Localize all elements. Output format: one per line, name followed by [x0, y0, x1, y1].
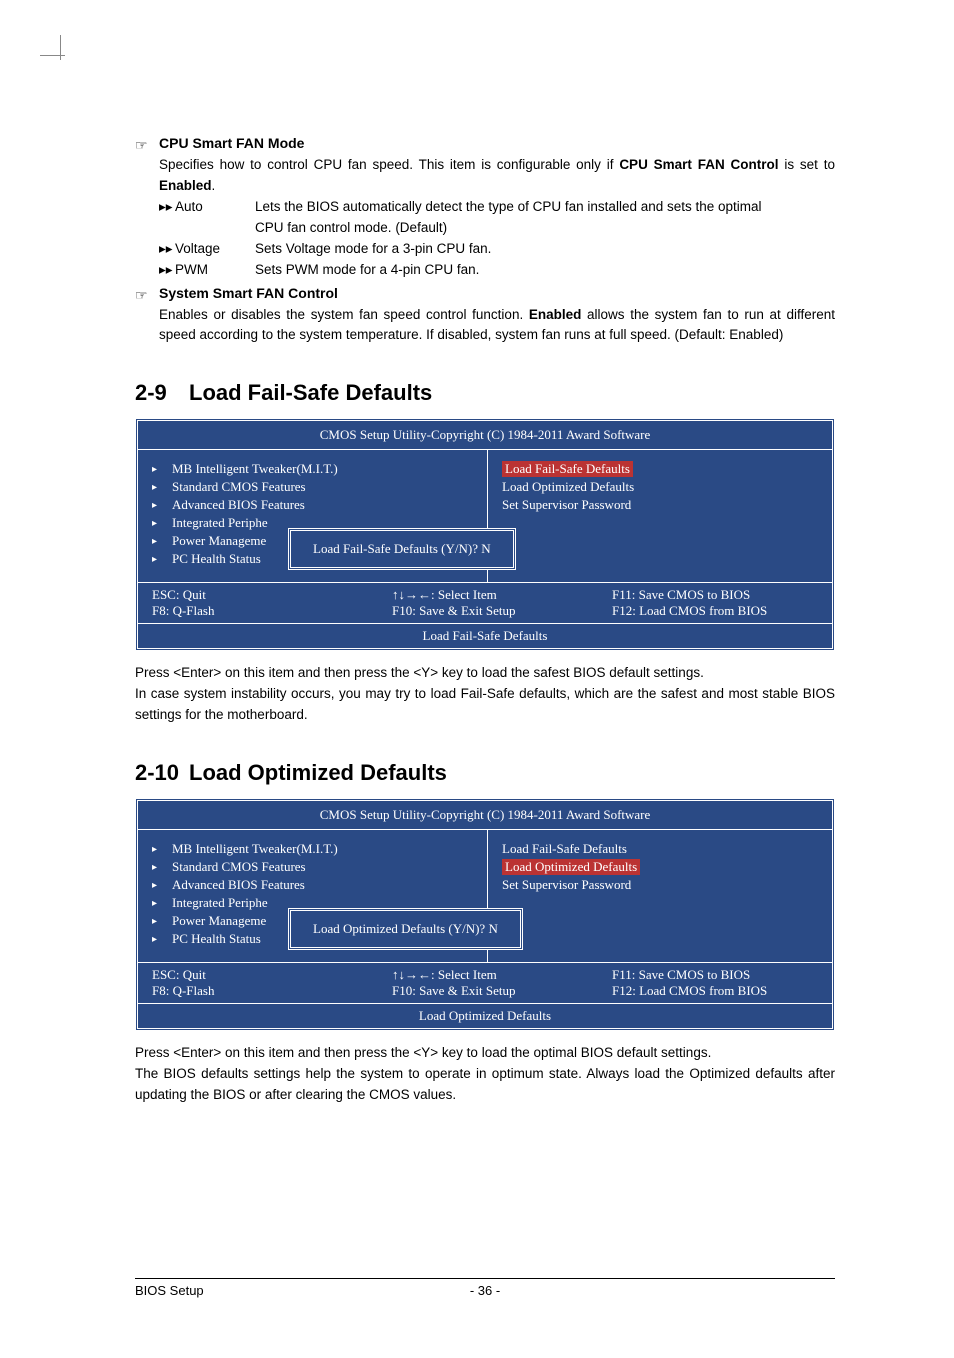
bios-footer-item: ESC: Quit	[152, 967, 392, 983]
bios-item: Advanced BIOS Features	[172, 497, 305, 513]
section-heading: Load Optimized Defaults	[189, 760, 447, 785]
bios-item: Set Supervisor Password	[502, 877, 631, 893]
bios-footer-item: F11: Save CMOS to BIOS	[612, 967, 818, 983]
tri-icon: ▸	[152, 880, 172, 891]
item-desc: Specifies how to control CPU fan speed. …	[159, 155, 835, 197]
post-text-29: Press <Enter> on this item and then pres…	[135, 663, 835, 726]
arrow-icon: ▸▸	[159, 260, 175, 281]
text-line: In case system instability occurs, you m…	[135, 684, 835, 726]
bios-footer-item: ESC: Quit	[152, 587, 392, 603]
bios-item: Set Supervisor Password	[502, 497, 631, 513]
bios-help-text: Load Optimized Defaults	[138, 1003, 832, 1028]
bios-item: Integrated Periphe	[172, 515, 268, 531]
bios-item: Load Fail-Safe Defaults	[502, 841, 627, 857]
bios-help-text: Load Fail-Safe Defaults	[138, 623, 832, 648]
section-number: 2-9	[135, 380, 189, 406]
bios-item: PC Health Status	[172, 931, 261, 947]
option-row: ▸▸ Voltage Sets Voltage mode for a 3-pin…	[159, 239, 835, 260]
bios-title: CMOS Setup Utility-Copyright (C) 1984-20…	[138, 801, 832, 830]
item-desc: Enables or disables the system fan speed…	[159, 305, 835, 347]
text: is set to	[779, 157, 835, 172]
footer-page-number: - 36 -	[368, 1283, 601, 1298]
bios-footer-item: F12: Load CMOS from BIOS	[612, 983, 818, 999]
bios-footer-item: F10: Save & Exit Setup	[392, 603, 612, 619]
tri-icon: ▸	[152, 916, 172, 927]
bios-item: Standard CMOS Features	[172, 479, 306, 495]
tri-icon: ▸	[152, 482, 172, 493]
bios-right-col: Load Fail-Safe Defaults Load Optimized D…	[488, 830, 832, 962]
arrow-icon: ▸▸	[159, 239, 175, 260]
section-number: 2-10	[135, 760, 189, 786]
text: Enables or disables the system fan speed…	[159, 307, 529, 322]
tri-icon: ▸	[152, 844, 172, 855]
text-line: Press <Enter> on this item and then pres…	[135, 1043, 835, 1064]
text-bold: CPU Smart FAN Control	[619, 157, 778, 172]
item-title: System Smart FAN Control	[159, 285, 835, 301]
bios-dialog: Load Fail-Safe Defaults (Y/N)? N	[288, 528, 516, 570]
tri-icon: ▸	[152, 536, 172, 547]
bios-footer-item: F8: Q-Flash	[152, 603, 392, 619]
option-desc: CPU fan control mode. (Default)	[255, 218, 835, 239]
bios-footer-item: ↑↓→←: Select Item	[392, 967, 612, 983]
text-line: Press <Enter> on this item and then pres…	[135, 663, 835, 684]
bios-footer-item: ↑↓→←: Select Item	[392, 587, 612, 603]
tri-icon: ▸	[152, 554, 172, 565]
item-cpu-fan-mode: ☞ CPU Smart FAN Mode Specifies how to co…	[135, 135, 835, 281]
item-system-fan: ☞ System Smart FAN Control Enables or di…	[135, 285, 835, 347]
tri-icon: ▸	[152, 518, 172, 529]
option-label: Auto	[175, 197, 255, 218]
bios-item: Advanced BIOS Features	[172, 877, 305, 893]
option-desc: Lets the BIOS automatically detect the t…	[255, 197, 835, 218]
bios-screenshot-29: CMOS Setup Utility-Copyright (C) 1984-20…	[135, 418, 835, 651]
section-2-10: 2-10Load Optimized Defaults	[135, 760, 835, 786]
text-line: The BIOS defaults settings help the syst…	[135, 1064, 835, 1106]
option-row-cont: CPU fan control mode. (Default)	[159, 218, 835, 239]
bios-title: CMOS Setup Utility-Copyright (C) 1984-20…	[138, 421, 832, 450]
text-bold: Enabled	[529, 307, 582, 322]
bios-dialog: Load Optimized Defaults (Y/N)? N	[288, 908, 523, 950]
bios-item-selected: Load Optimized Defaults	[502, 859, 640, 875]
bios-item: Power Manageme	[172, 533, 266, 549]
bios-footer-item: F10: Save & Exit Setup	[392, 983, 612, 999]
item-title: CPU Smart FAN Mode	[159, 135, 835, 151]
hand-icon: ☞	[135, 135, 159, 154]
bios-footer-item: F12: Load CMOS from BIOS	[612, 603, 818, 619]
tri-icon: ▸	[152, 934, 172, 945]
page-footer: BIOS Setup - 36 -	[135, 1278, 835, 1298]
post-text-210: Press <Enter> on this item and then pres…	[135, 1043, 835, 1106]
tri-icon: ▸	[152, 464, 172, 475]
bios-right-col: Load Fail-Safe Defaults Load Optimized D…	[488, 450, 832, 582]
bios-item: Load Optimized Defaults	[502, 479, 634, 495]
option-desc: Sets Voltage mode for a 3-pin CPU fan.	[255, 239, 835, 260]
option-label: Voltage	[175, 239, 255, 260]
bios-item: MB Intelligent Tweaker(M.I.T.)	[172, 841, 338, 857]
tri-icon: ▸	[152, 898, 172, 909]
hand-icon: ☞	[135, 285, 159, 304]
text: Specifies how to control CPU fan speed. …	[159, 157, 619, 172]
arrow-icon: ▸▸	[159, 197, 175, 218]
bios-item: Power Manageme	[172, 913, 266, 929]
bios-item: MB Intelligent Tweaker(M.I.T.)	[172, 461, 338, 477]
bios-item: Integrated Periphe	[172, 895, 268, 911]
section-2-9: 2-9Load Fail-Safe Defaults	[135, 380, 835, 406]
bios-item-selected: Load Fail-Safe Defaults	[502, 461, 633, 477]
bios-footer-item: F11: Save CMOS to BIOS	[612, 587, 818, 603]
bios-item: Standard CMOS Features	[172, 859, 306, 875]
option-label: PWM	[175, 260, 255, 281]
section-heading: Load Fail-Safe Defaults	[189, 380, 432, 405]
bios-footer-item: F8: Q-Flash	[152, 983, 392, 999]
text: .	[212, 178, 216, 193]
option-row: ▸▸ Auto Lets the BIOS automatically dete…	[159, 197, 835, 218]
option-row: ▸▸ PWM Sets PWM mode for a 4-pin CPU fan…	[159, 260, 835, 281]
footer-left: BIOS Setup	[135, 1283, 368, 1298]
option-desc: Sets PWM mode for a 4-pin CPU fan.	[255, 260, 835, 281]
text-bold: Enabled	[159, 178, 212, 193]
tri-icon: ▸	[152, 500, 172, 511]
tri-icon: ▸	[152, 862, 172, 873]
bios-item: PC Health Status	[172, 551, 261, 567]
bios-screenshot-210: CMOS Setup Utility-Copyright (C) 1984-20…	[135, 798, 835, 1031]
